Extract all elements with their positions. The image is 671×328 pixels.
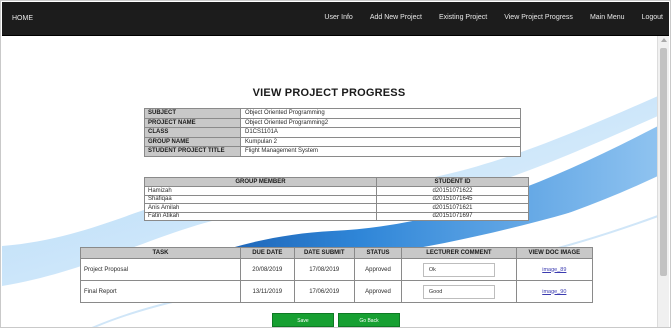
- member-student-id: d20151071697: [376, 211, 529, 221]
- info-label: PROJECT NAME: [144, 117, 241, 128]
- member-header-row: GROUP MEMBER STUDENT ID: [144, 177, 529, 187]
- column-header-view-doc-image: VIEW DOC IMAGE: [515, 247, 594, 259]
- save-button[interactable]: Save: [272, 313, 334, 327]
- comment-cell: Ok: [401, 258, 517, 281]
- column-header-status: STATUS: [353, 247, 403, 259]
- scroll-thumb[interactable]: [660, 48, 667, 276]
- column-header-group-member: GROUP MEMBER: [144, 177, 377, 187]
- member-name: Fatin Atikah: [144, 211, 377, 221]
- date-submit: 17/06/2019: [293, 280, 355, 303]
- nav-view-project-progress-link[interactable]: View Project Progress: [504, 14, 573, 21]
- lecturer-comment-field[interactable]: Good: [422, 284, 495, 299]
- group-member-table: GROUP MEMBER STUDENT ID Hamizah d2015107…: [144, 177, 529, 221]
- view-doc-image-link[interactable]: image_89: [542, 267, 566, 273]
- info-label: CLASS: [144, 127, 241, 138]
- table-row: Final Report 13/11/2019 17/06/2019 Appro…: [80, 280, 594, 303]
- task-name: Final Report: [80, 280, 241, 303]
- nav-logout-link[interactable]: Logout: [642, 14, 663, 21]
- info-row-group-name: GROUP NAME Kumpulan 2: [144, 136, 521, 147]
- member-student-id: d20151071621: [376, 203, 529, 213]
- nav-add-new-project-link[interactable]: Add New Project: [370, 14, 422, 21]
- go-back-button[interactable]: Go Back: [338, 313, 400, 327]
- info-row-subject: SUBJECT Object Oriented Programming: [144, 108, 521, 119]
- member-name: Shafiqaa: [144, 194, 377, 204]
- column-header-student-id: STUDENT ID: [376, 177, 529, 187]
- info-row-project-name: PROJECT NAME Object Oriented Programming…: [144, 117, 521, 128]
- task-name: Project Proposal: [80, 258, 241, 281]
- due-date: 13/11/2019: [240, 280, 295, 303]
- table-row: Fatin Atikah d20151071697: [144, 211, 529, 221]
- vertical-scrollbar[interactable]: [657, 36, 669, 327]
- info-value: Kumpulan 2: [240, 136, 521, 147]
- table-row: Shafiqaa d20151071645: [144, 194, 529, 204]
- doc-cell: image_90: [515, 280, 594, 303]
- nav-main-menu-link[interactable]: Main Menu: [590, 14, 625, 21]
- date-submit: 17/08/2019: [293, 258, 355, 281]
- table-row: Hamizah d20151071622: [144, 186, 529, 196]
- page-title: VIEW PROJECT PROGRESS: [252, 87, 406, 99]
- lecturer-comment-field[interactable]: Ok: [422, 262, 495, 277]
- table-row: Project Proposal 20/08/2019 17/08/2019 A…: [80, 258, 594, 281]
- project-info-table: SUBJECT Object Oriented Programming PROJ…: [144, 108, 521, 157]
- info-label: GROUP NAME: [144, 136, 241, 147]
- info-value: D1CS1101A: [240, 127, 521, 138]
- app-window: HOME User Info Add New Project Existing …: [0, 0, 671, 328]
- member-name: Hamizah: [144, 186, 377, 196]
- column-header-due-date: DUE DATE: [240, 247, 295, 259]
- table-row: Anis Amilah d20151071621: [144, 203, 529, 213]
- column-header-task: TASK: [80, 247, 241, 259]
- scroll-up-arrow-icon[interactable]: [661, 38, 667, 42]
- info-row-project-title: STUDENT PROJECT TITLE Flight Management …: [144, 146, 521, 157]
- comment-cell: Good: [401, 280, 517, 303]
- info-label: SUBJECT: [144, 108, 241, 119]
- nav-links: User Info Add New Project Existing Proje…: [307, 14, 663, 21]
- view-doc-image-link[interactable]: image_90: [542, 289, 566, 295]
- info-value: Object Oriented Programming: [240, 108, 521, 119]
- column-header-date-submit: DATE SUBMIT: [293, 247, 355, 259]
- nav-user-info-link[interactable]: User Info: [324, 14, 352, 21]
- member-student-id: d20151071645: [376, 194, 529, 204]
- doc-cell: image_89: [515, 258, 594, 281]
- nav-home-link[interactable]: HOME: [12, 15, 33, 22]
- member-student-id: d20151071622: [376, 186, 529, 196]
- info-row-class: CLASS D1CS1101A: [144, 127, 521, 138]
- task-header-row: TASK DUE DATE DATE SUBMIT STATUS LECTURE…: [80, 247, 594, 259]
- nav-existing-project-link[interactable]: Existing Project: [439, 14, 487, 21]
- info-label: STUDENT PROJECT TITLE: [144, 146, 241, 157]
- info-value: Object Oriented Programming2: [240, 117, 521, 128]
- task-progress-table: TASK DUE DATE DATE SUBMIT STATUS LECTURE…: [80, 247, 594, 303]
- info-value: Flight Management System: [240, 146, 521, 157]
- top-navbar: HOME User Info Add New Project Existing …: [2, 2, 669, 36]
- status-text: Approved: [353, 258, 403, 281]
- due-date: 20/08/2019: [240, 258, 295, 281]
- column-header-lecturer-comment: LECTURER COMMENT: [401, 247, 517, 259]
- status-text: Approved: [353, 280, 403, 303]
- member-name: Anis Amilah: [144, 203, 377, 213]
